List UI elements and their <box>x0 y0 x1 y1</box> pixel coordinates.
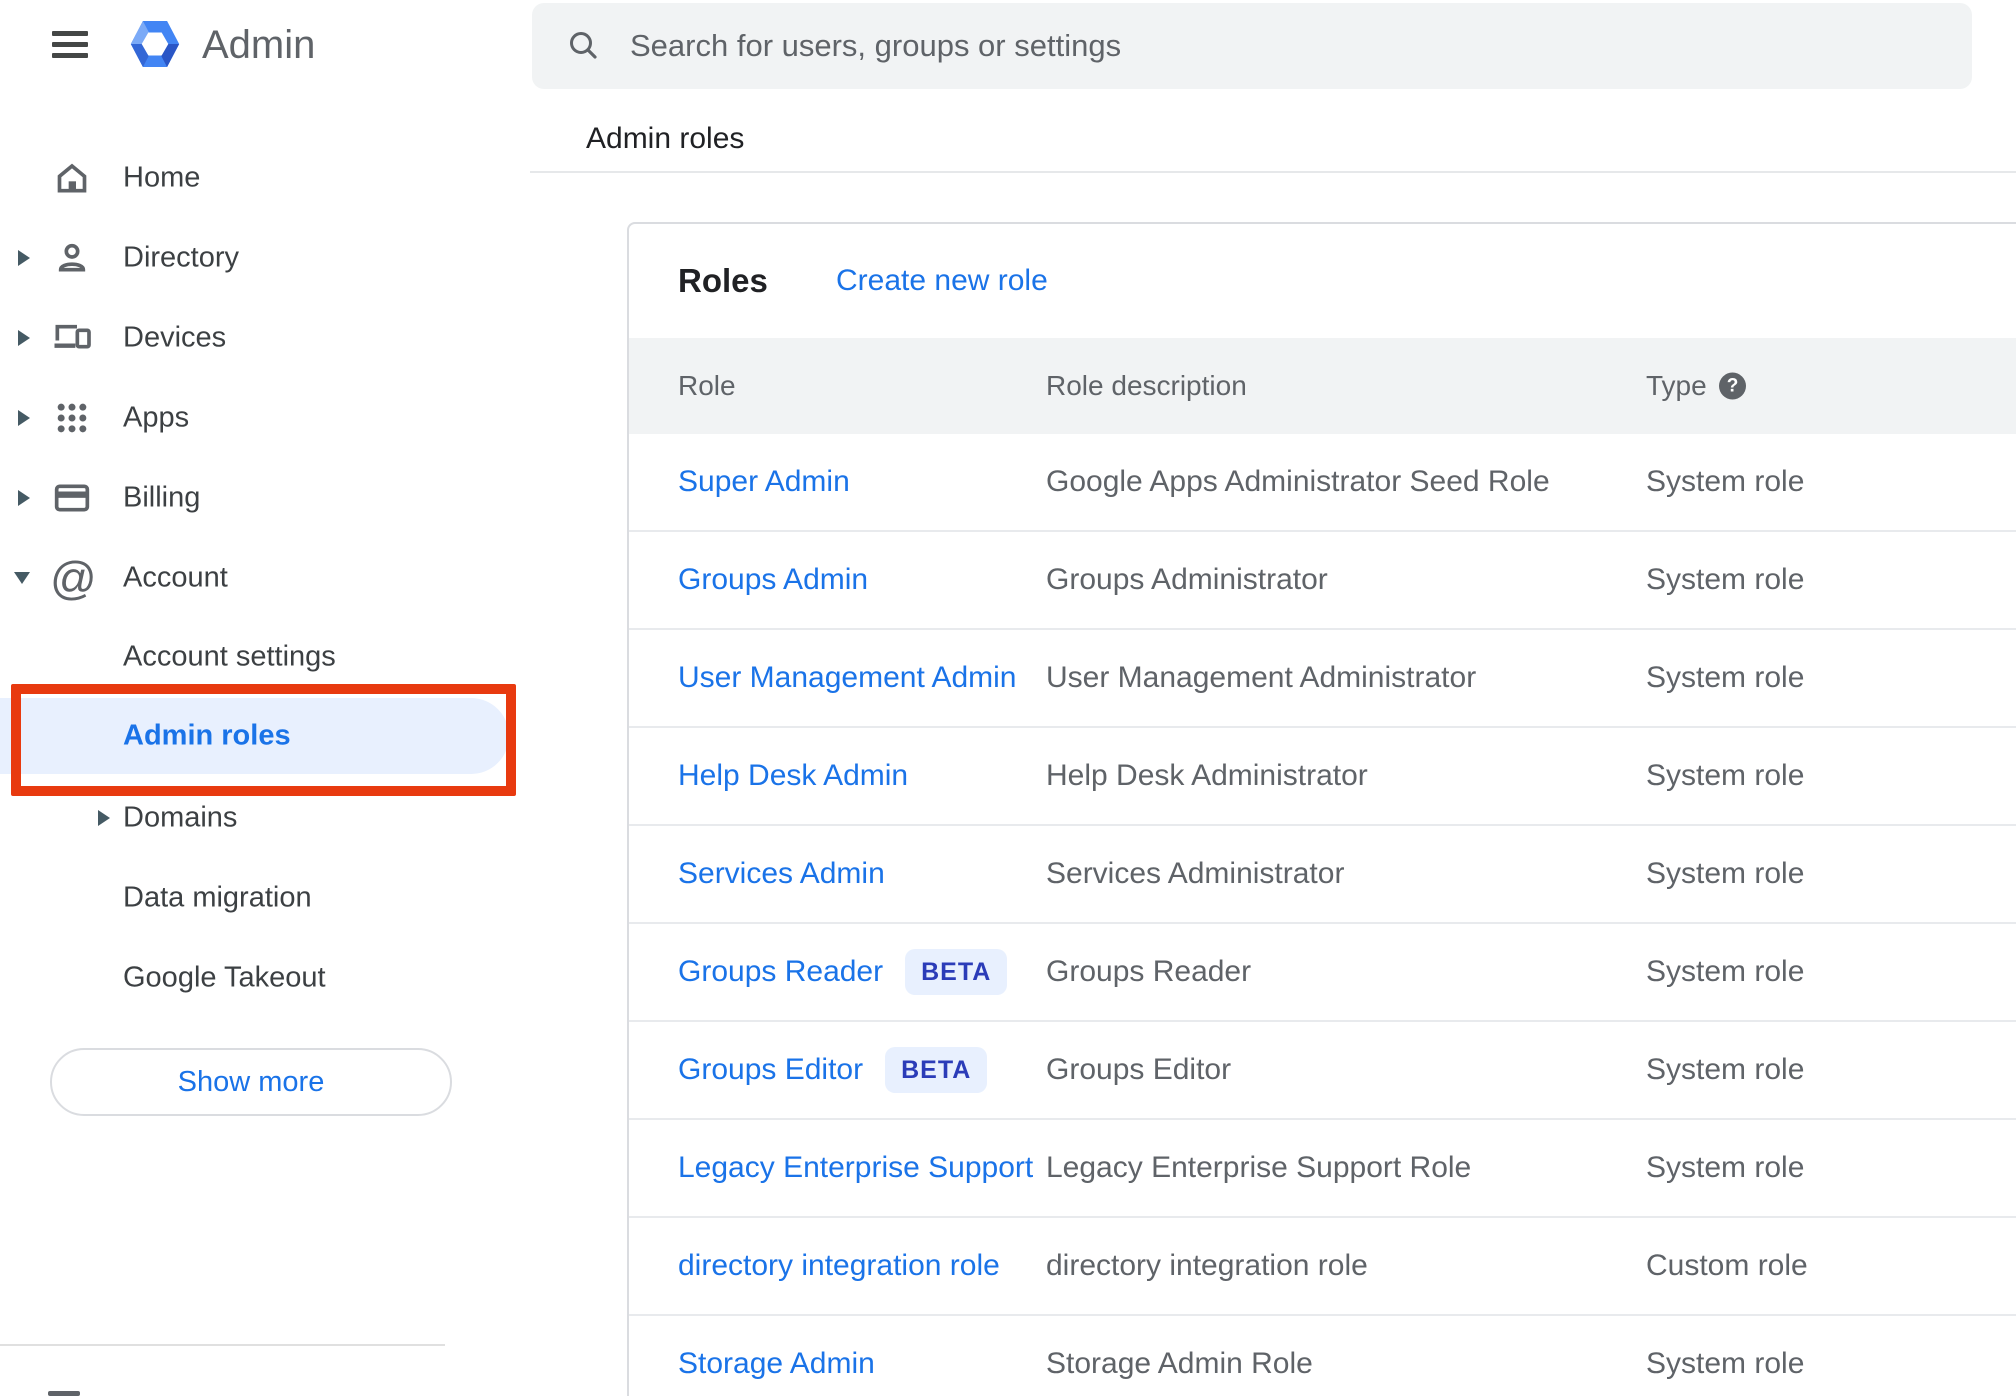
role-type: System role <box>1646 563 1805 596</box>
role-link[interactable]: Groups Reader <box>678 955 883 989</box>
sidebar-item-label: Google Takeout <box>123 961 326 994</box>
at-sign-icon: @ <box>50 552 97 604</box>
sidebar-item-label: Devices <box>123 321 227 354</box>
home-icon <box>57 163 87 193</box>
role-link[interactable]: Groups Editor <box>678 1053 863 1087</box>
table-row: Super Admin Google Apps Administrator Se… <box>629 434 2016 532</box>
chevron-right-icon[interactable] <box>18 330 30 346</box>
chevron-right-icon[interactable] <box>18 250 30 266</box>
sidebar-item-label: Apps <box>123 401 190 434</box>
role-type: System role <box>1646 1053 1805 1086</box>
sidebar-item-billing[interactable]: Billing <box>0 458 516 538</box>
role-description: User Management Administrator <box>1046 661 1477 694</box>
product-title: Admin <box>202 23 316 67</box>
role-link[interactable]: directory integration role <box>678 1249 1000 1283</box>
table-row: Groups Reader BETA Groups Reader System … <box>629 924 2016 1022</box>
search-input[interactable] <box>628 15 1972 77</box>
sidebar-item-google-takeout[interactable]: Google Takeout <box>0 938 516 1018</box>
table-row: directory integration role directory int… <box>629 1218 2016 1316</box>
roles-card: Roles Create new role Role Role descript… <box>627 222 2016 1396</box>
sidebar-item-label: Admin roles <box>123 719 291 752</box>
hamburger-menu-icon[interactable] <box>52 31 88 58</box>
role-description: Services Administrator <box>1046 857 1345 890</box>
help-icon[interactable]: ? <box>1719 372 1746 400</box>
role-description: Groups Editor <box>1046 1053 1232 1086</box>
role-type: System role <box>1646 857 1805 890</box>
sidebar-item-label: Account <box>123 561 228 594</box>
role-description: Groups Reader <box>1046 955 1252 988</box>
table-row: Legacy Enterprise Support Legacy Enterpr… <box>629 1120 2016 1218</box>
role-type: Custom role <box>1646 1249 1808 1282</box>
sidebar-item-label: Data migration <box>123 881 312 914</box>
devices-icon <box>54 324 91 349</box>
header-divider <box>530 171 2016 173</box>
beta-badge: BETA <box>905 949 1008 995</box>
role-type: System role <box>1646 1151 1805 1184</box>
table-header-row: Role Role description Type ? <box>629 338 2016 434</box>
chevron-right-icon[interactable] <box>18 490 30 506</box>
table-row: Storage Admin Storage Admin Role System … <box>629 1316 2016 1396</box>
role-type: System role <box>1646 661 1805 694</box>
search-bar[interactable] <box>532 3 1972 89</box>
role-description: Google Apps Administrator Seed Role <box>1046 465 1550 498</box>
role-link[interactable]: Legacy Enterprise Support <box>678 1151 1033 1185</box>
create-new-role-link[interactable]: Create new role <box>836 264 1048 298</box>
column-header-description: Role description <box>1046 370 1247 401</box>
show-more-button[interactable]: Show more <box>50 1048 452 1116</box>
chevron-right-icon[interactable] <box>98 810 110 826</box>
sidebar-item-account-settings[interactable]: Account settings <box>0 617 516 697</box>
column-header-role: Role <box>678 370 736 401</box>
sidebar-item-admin-roles[interactable]: Admin roles <box>0 698 509 774</box>
role-type: System role <box>1646 465 1805 498</box>
column-header-type: Type <box>1646 370 1707 401</box>
chevron-down-icon[interactable] <box>14 572 30 584</box>
feedback-icon <box>48 1391 80 1396</box>
sidebar-item-data-migration[interactable]: Data migration <box>0 858 516 938</box>
table-row: User Management Admin User Management Ad… <box>629 630 2016 728</box>
table-row: Help Desk Admin Help Desk Administrator … <box>629 728 2016 826</box>
role-link[interactable]: Groups Admin <box>678 563 868 597</box>
role-link[interactable]: User Management Admin <box>678 661 1017 695</box>
chevron-right-icon[interactable] <box>18 410 30 426</box>
sidebar-item-account[interactable]: @ Account <box>0 538 516 618</box>
credit-card-icon <box>54 484 90 512</box>
sidebar-item-label: Home <box>123 161 201 194</box>
sidebar-item-domains[interactable]: Domains <box>0 778 516 858</box>
role-description: Groups Administrator <box>1046 563 1328 596</box>
role-link[interactable]: Storage Admin <box>678 1347 875 1381</box>
sidebar-item-label: Account settings <box>123 640 336 673</box>
role-type: System role <box>1646 759 1805 792</box>
sidebar-bottom-divider <box>0 1344 445 1346</box>
role-type: System role <box>1646 1347 1805 1380</box>
search-icon <box>570 32 597 59</box>
sidebar-item-directory[interactable]: Directory <box>0 218 516 298</box>
sidebar-item-label: Directory <box>123 241 240 274</box>
role-description: Storage Admin Role <box>1046 1347 1313 1380</box>
sidebar-item-devices[interactable]: Devices <box>0 298 516 378</box>
sidebar-item-home[interactable]: Home <box>0 138 516 218</box>
table-row: Services Admin Services Administrator Sy… <box>629 826 2016 924</box>
breadcrumb: Admin roles <box>586 122 745 155</box>
role-description: Help Desk Administrator <box>1046 759 1368 792</box>
sidebar-item-apps[interactable]: Apps <box>0 378 516 458</box>
card-title: Roles <box>678 262 768 299</box>
beta-badge: BETA <box>885 1047 988 1093</box>
admin-logo-icon <box>130 21 180 67</box>
role-link[interactable]: Services Admin <box>678 857 885 891</box>
admin-console: Admin Admin roles Home Directory Dev <box>0 0 2016 1396</box>
role-link[interactable]: Super Admin <box>678 465 850 499</box>
table-row: Groups Admin Groups Administrator System… <box>629 532 2016 630</box>
sidebar-item-label: Billing <box>123 481 201 514</box>
role-link[interactable]: Help Desk Admin <box>678 759 908 793</box>
sidebar-item-label: Domains <box>123 801 238 834</box>
person-icon <box>58 243 86 272</box>
table-row: Groups Editor BETA Groups Editor System … <box>629 1022 2016 1120</box>
roles-card-header: Roles Create new role <box>629 224 2016 338</box>
role-description: directory integration role <box>1046 1249 1368 1282</box>
role-description: Legacy Enterprise Support Role <box>1046 1151 1472 1184</box>
role-type: System role <box>1646 955 1805 988</box>
apps-grid-icon <box>57 403 87 433</box>
